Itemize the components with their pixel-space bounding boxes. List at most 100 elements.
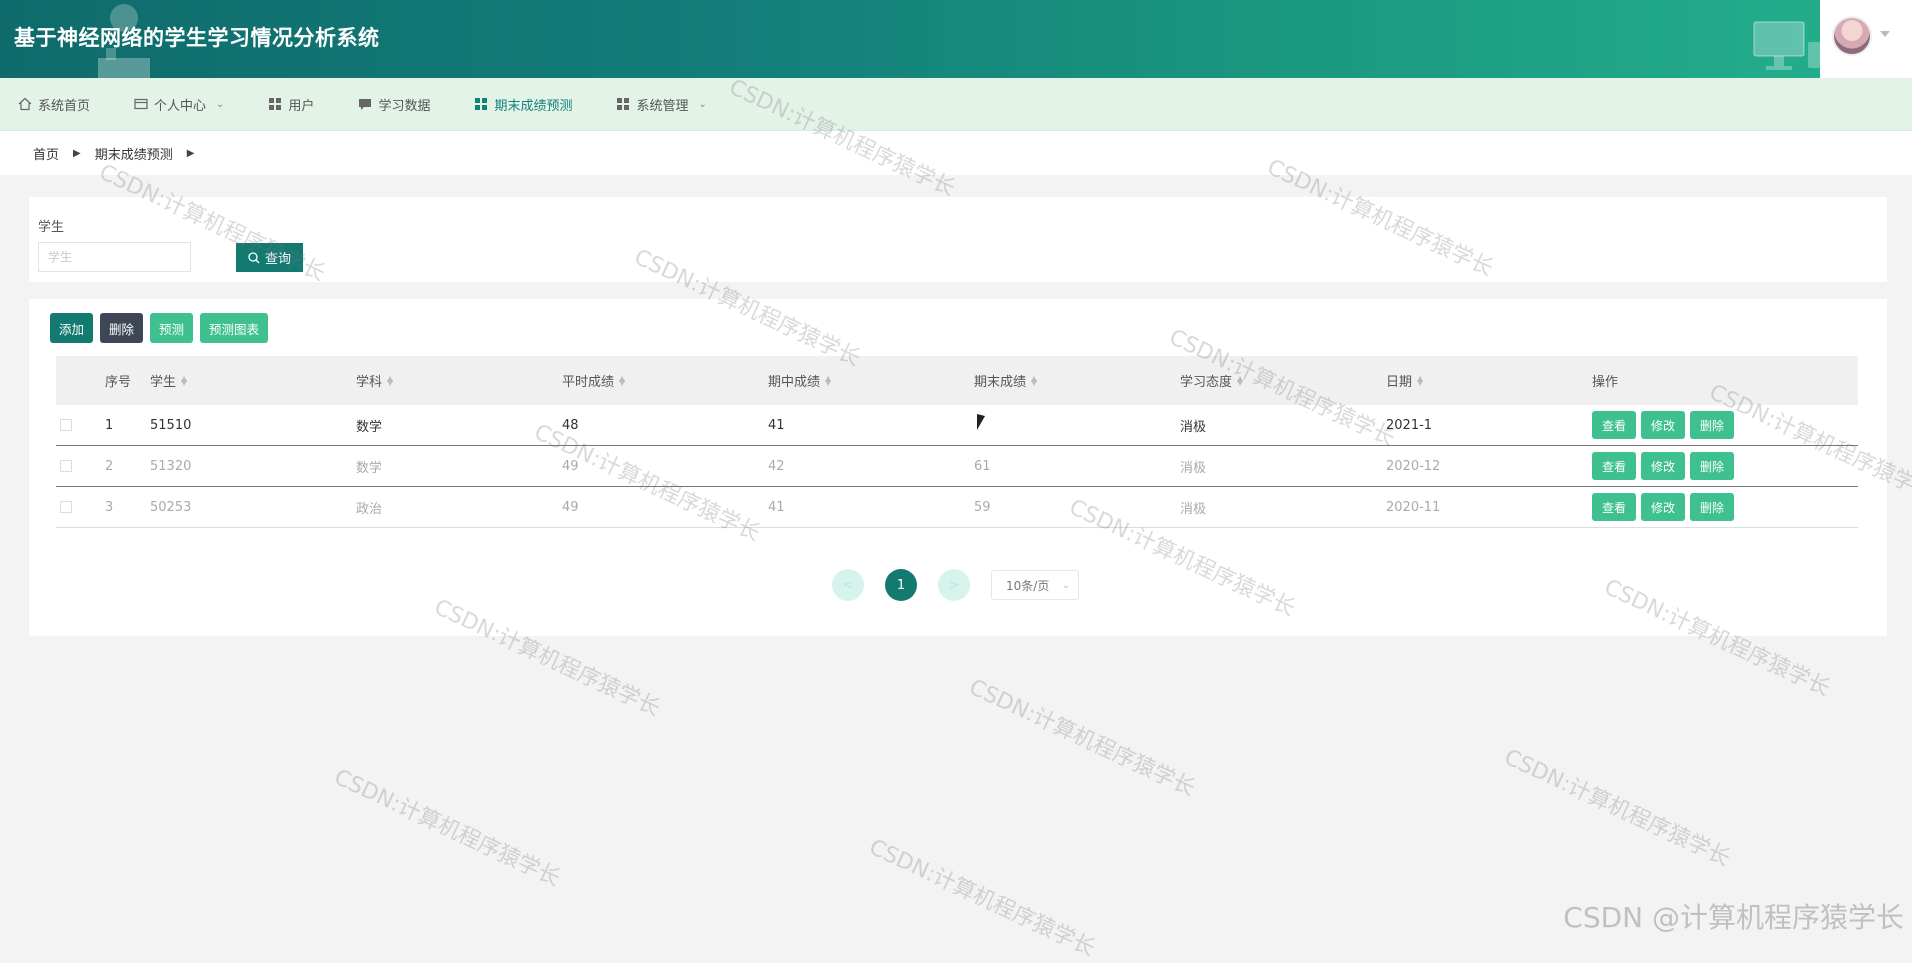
- cell-attitude: 消极: [1180, 498, 1386, 517]
- col-header-final-score[interactable]: 期末成绩▲▼: [974, 371, 1180, 390]
- cell-attitude: 消极: [1180, 416, 1386, 435]
- view-button[interactable]: 查看: [1592, 493, 1636, 521]
- prev-page-button[interactable]: <: [832, 569, 864, 601]
- col-header-index: 序号: [105, 371, 150, 390]
- nav-item-label: 学习数据: [378, 95, 430, 114]
- cell-subject: 数学: [356, 416, 562, 435]
- chat-icon: [358, 97, 372, 111]
- search-button[interactable]: 查询: [236, 243, 303, 272]
- nav-item-label: 期末成绩预测: [494, 95, 572, 114]
- predict-button[interactable]: 预测: [150, 313, 193, 343]
- nav-item-users[interactable]: 用户: [268, 78, 314, 131]
- nav-item-personal-center[interactable]: 个人中心 ⌄: [134, 78, 224, 131]
- cell-index: 2: [105, 459, 150, 474]
- cell-student: 50253: [150, 500, 356, 515]
- search-button-label: 查询: [265, 248, 291, 267]
- watermark: CSDN:计算机程序猿学长: [330, 759, 567, 892]
- col-header-usual-score[interactable]: 平时成绩▲▼: [562, 371, 768, 390]
- nav-item-label: 用户: [288, 95, 314, 114]
- cell-actions: 查看 修改 删除: [1592, 411, 1858, 439]
- corner-watermark: CSDN @计算机程序猿学长: [1563, 896, 1904, 936]
- col-header-student[interactable]: 学生▲▼: [150, 371, 356, 390]
- breadcrumb: 首页 ▶ 期末成绩预测 ▶: [0, 131, 1912, 175]
- breadcrumb-home[interactable]: 首页: [33, 144, 59, 163]
- cell-date: 2020-11: [1386, 500, 1592, 515]
- table-row: 3 50253 政治 49 41 59 消极 2020-11 查看 修改 删除: [56, 487, 1858, 528]
- avatar[interactable]: [1832, 16, 1872, 56]
- col-header-midterm-score[interactable]: 期中成绩▲▼: [768, 371, 974, 390]
- table-row: 2 51320 数学 49 42 61 消极 2020-12 查看 修改 删除: [56, 446, 1858, 487]
- edit-button[interactable]: 修改: [1641, 493, 1685, 521]
- cell-usual-score: 49: [562, 500, 768, 515]
- page-size-value: 10条/页: [1006, 577, 1049, 594]
- chevron-down-icon: ⌄: [698, 99, 706, 110]
- page-size-select[interactable]: 10条/页 ⌄: [991, 570, 1079, 600]
- grid-icon: [474, 97, 488, 111]
- sort-icon: ▲▼: [387, 377, 393, 385]
- chevron-down-icon: ⌄: [1062, 580, 1070, 591]
- col-header-subject[interactable]: 学科▲▼: [356, 371, 562, 390]
- chevron-right-icon: ▶: [187, 148, 195, 159]
- row-delete-button[interactable]: 删除: [1690, 452, 1734, 480]
- data-table: 序号 学生▲▼ 学科▲▼ 平时成绩▲▼ 期中成绩▲▼ 期末成绩▲▼ 学习态度▲▼…: [56, 356, 1858, 528]
- cell-index: 1: [105, 418, 150, 433]
- cell-final-score: 61: [974, 459, 1180, 474]
- cell-actions: 查看 修改 删除: [1592, 452, 1858, 480]
- table-header: 序号 学生▲▼ 学科▲▼ 平时成绩▲▼ 期中成绩▲▼ 期末成绩▲▼ 学习态度▲▼…: [56, 356, 1858, 405]
- breadcrumb-current: 期末成绩预测: [95, 144, 173, 163]
- cell-student: 51510: [150, 418, 356, 433]
- col-header-attitude[interactable]: 学习态度▲▼: [1180, 371, 1386, 390]
- edit-button[interactable]: 修改: [1641, 452, 1685, 480]
- edit-button[interactable]: 修改: [1641, 411, 1685, 439]
- app-title: 基于神经网络的学生学习情况分析系统: [14, 22, 380, 52]
- nav-item-final-prediction[interactable]: 期末成绩预测: [474, 78, 572, 131]
- watermark: CSDN:计算机程序猿学长: [865, 829, 1102, 962]
- col-header-actions: 操作: [1592, 371, 1858, 390]
- nav-item-label: 系统首页: [38, 95, 90, 114]
- id-card-icon: [134, 97, 148, 111]
- search-label: 学生: [38, 216, 64, 235]
- view-button[interactable]: 查看: [1592, 452, 1636, 480]
- app-header: 基于神经网络的学生学习情况分析系统: [0, 0, 1912, 78]
- watermark: CSDN:计算机程序猿学长: [965, 669, 1202, 802]
- toolbar: 添加 删除 预测 预测图表: [50, 313, 268, 343]
- chevron-right-icon: ▶: [73, 148, 81, 159]
- home-icon: [18, 97, 32, 111]
- chevron-down-icon: ⌄: [216, 99, 224, 110]
- main-nav: 系统首页 个人中心 ⌄ 用户 学习数据 期末成绩预测 系统管理: [0, 78, 1912, 131]
- sort-icon: ▲▼: [1031, 377, 1037, 385]
- table-row: 1 51510 数学 48 41 消极 2021-1 查看 修改 删除: [56, 405, 1858, 446]
- cell-attitude: 消极: [1180, 457, 1386, 476]
- row-delete-button[interactable]: 删除: [1690, 493, 1734, 521]
- chevron-down-icon[interactable]: [1880, 31, 1890, 37]
- sort-icon: ▲▼: [619, 377, 625, 385]
- cell-subject: 政治: [356, 498, 562, 517]
- col-header-date[interactable]: 日期▲▼: [1386, 371, 1592, 390]
- grid-icon: [616, 97, 630, 111]
- cell-usual-score: 48: [562, 418, 768, 433]
- delete-button[interactable]: 删除: [100, 313, 143, 343]
- cell-date: 2020-12: [1386, 459, 1592, 474]
- cell-index: 3: [105, 500, 150, 515]
- user-area: [1820, 0, 1912, 78]
- row-checkbox[interactable]: [60, 419, 72, 431]
- row-delete-button[interactable]: 删除: [1690, 411, 1734, 439]
- nav-item-home[interactable]: 系统首页: [18, 78, 90, 131]
- grid-icon: [268, 97, 282, 111]
- nav-item-study-data[interactable]: 学习数据: [358, 78, 430, 131]
- watermark: CSDN:计算机程序猿学长: [1500, 739, 1737, 872]
- student-search-input[interactable]: [38, 242, 191, 272]
- cell-final-score: 59: [974, 500, 1180, 515]
- view-button[interactable]: 查看: [1592, 411, 1636, 439]
- add-button[interactable]: 添加: [50, 313, 93, 343]
- next-page-button[interactable]: >: [938, 569, 970, 601]
- sort-icon: ▲▼: [1417, 377, 1423, 385]
- prediction-chart-button[interactable]: 预测图表: [200, 313, 268, 343]
- cell-actions: 查看 修改 删除: [1592, 493, 1858, 521]
- cell-student: 51320: [150, 459, 356, 474]
- nav-item-label: 个人中心: [154, 95, 206, 114]
- row-checkbox[interactable]: [60, 460, 72, 472]
- nav-item-system-management[interactable]: 系统管理 ⌄: [616, 78, 706, 131]
- page-1-button[interactable]: 1: [885, 569, 917, 601]
- row-checkbox[interactable]: [60, 501, 72, 513]
